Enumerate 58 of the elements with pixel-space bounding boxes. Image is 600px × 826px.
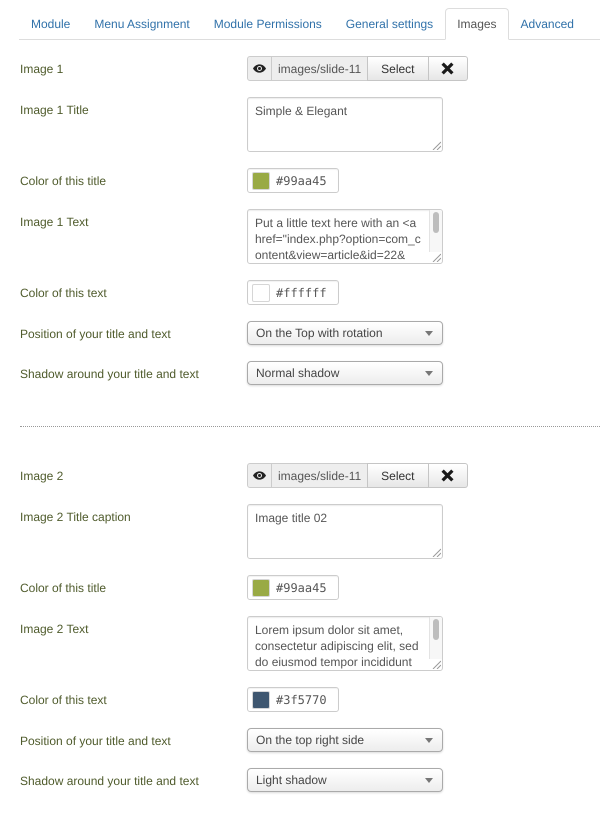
- dropdown[interactable]: On the top right side: [247, 728, 443, 752]
- caret-icon: [425, 370, 433, 376]
- field-label: Color of this text: [20, 692, 108, 709]
- tab[interactable]: Advanced: [508, 8, 586, 40]
- scrollbar-thumb[interactable]: [433, 212, 439, 233]
- color-swatch-icon[interactable]: [252, 578, 270, 596]
- color-field[interactable]: #ffffff: [247, 280, 339, 305]
- eye-icon: [253, 471, 266, 480]
- field-label: Shadow around your title and text: [20, 773, 200, 790]
- field-label: Color of this title: [20, 580, 108, 597]
- tab[interactable]: Module Permissions: [202, 8, 334, 40]
- x-icon: [441, 62, 454, 75]
- tab[interactable]: Images: [445, 8, 509, 40]
- color-field[interactable]: #99aa45: [247, 575, 339, 600]
- color-swatch-icon[interactable]: [252, 172, 270, 190]
- caret-icon: [425, 738, 433, 742]
- color-swatch-icon[interactable]: [252, 690, 270, 708]
- textarea-field[interactable]: Put a little text here with an <a href="index.php?option=com_content&view=article&id=22&: [247, 209, 443, 264]
- x-icon: [441, 469, 454, 482]
- field-label: Image 1 Text: [20, 214, 90, 231]
- field-label: Image 2 Title caption: [20, 509, 132, 526]
- resize-grip-icon: [432, 141, 441, 150]
- clear-button[interactable]: [428, 56, 468, 81]
- resize-grip-icon: [432, 548, 441, 557]
- tab[interactable]: Module: [19, 8, 82, 40]
- color-field[interactable]: #3f5770: [247, 687, 339, 712]
- path-field[interactable]: images/slide-11: [272, 56, 368, 81]
- select-button[interactable]: Select: [367, 56, 429, 81]
- resize-grip-icon: [432, 660, 441, 669]
- color-field[interactable]: #99aa45: [247, 168, 339, 193]
- field-label: Color of this text: [20, 285, 108, 302]
- field-label: Image 2 Text: [20, 621, 90, 638]
- eye-icon: [253, 64, 266, 73]
- color-swatch-icon[interactable]: [252, 284, 270, 302]
- textarea-field[interactable]: Lorem ipsum dolor sit amet, consectetur adipiscing elit, sed do eiusmod tempor incididunt: [247, 616, 443, 671]
- path-field[interactable]: images/slide-11: [272, 463, 368, 488]
- field-label: Image 1 Title: [20, 102, 90, 119]
- scrollbar[interactable]: [429, 617, 442, 659]
- field-label: Color of this title: [20, 173, 108, 190]
- resize-grip-icon: [432, 253, 441, 262]
- field-label: Position of your title and text: [20, 733, 172, 750]
- caret-icon: [425, 330, 433, 336]
- dropdown[interactable]: Light shadow: [247, 768, 443, 792]
- textarea-field[interactable]: Image title 02: [247, 504, 443, 559]
- field-label: Shadow around your title and text: [20, 366, 200, 383]
- scrollbar[interactable]: [429, 210, 442, 252]
- dropdown[interactable]: Normal shadow: [247, 361, 443, 385]
- scrollbar-thumb[interactable]: [433, 619, 439, 640]
- field-label: Image 1: [20, 61, 64, 78]
- caret-icon: [425, 778, 433, 782]
- textarea-field[interactable]: Simple & Elegant: [247, 97, 443, 152]
- tab[interactable]: General settings: [334, 8, 446, 40]
- field-label: Image 2: [20, 468, 64, 485]
- select-button[interactable]: Select: [367, 463, 429, 488]
- dropdown[interactable]: On the Top with rotation: [247, 321, 443, 345]
- field-label: Position of your title and text: [20, 326, 172, 343]
- clear-button[interactable]: [428, 463, 468, 488]
- tab[interactable]: Menu Assignment: [82, 8, 202, 40]
